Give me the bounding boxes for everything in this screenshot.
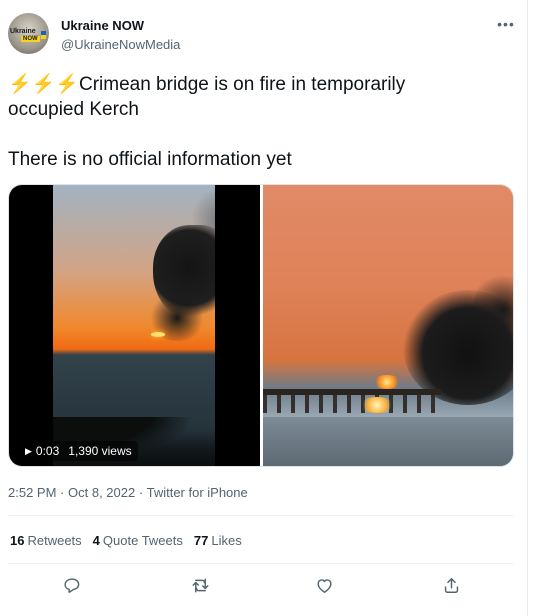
video-player[interactable]: ▶ 0:03 1,390 views [9, 185, 260, 466]
quote-tweets-stat[interactable]: 4 Quote Tweets [93, 533, 183, 548]
author-name[interactable]: Ukraine NOW [61, 18, 144, 33]
action-bar [0, 571, 528, 599]
tweet-source[interactable]: Twitter for iPhone [147, 485, 248, 500]
media-grid: ▶ 0:03 1,390 views [8, 184, 514, 467]
tweet-line-2: occupied Kerch [8, 99, 139, 120]
tweet-date[interactable]: Oct 8, 2022 [68, 485, 135, 500]
retweets-label: Retweets [27, 533, 82, 548]
quotes-label: Quote Tweets [102, 533, 183, 548]
video-views: 1,390 views [68, 444, 132, 458]
video-duration: 0:03 [35, 444, 60, 458]
tweet-card: Ukraine NOW Ukraine NOW @UkraineNowMedia… [0, 0, 528, 616]
lightning-emoji: ⚡⚡⚡ [8, 74, 79, 95]
video-info-badge: ▶ 0:03 1,390 views [19, 441, 138, 461]
likes-count: 77 [193, 533, 209, 548]
more-dots-icon[interactable]: ••• [495, 13, 517, 35]
avatar[interactable]: Ukraine NOW [8, 13, 49, 54]
likes-stat[interactable]: 77 Likes [194, 533, 242, 548]
like-icon[interactable] [310, 571, 338, 599]
tweet-line-3: There is no official information yet [8, 149, 292, 170]
tweet-metadata: 2:52 PM · Oct 8, 2022 · Twitter for iPho… [8, 485, 248, 500]
play-icon: ▶ [25, 446, 32, 456]
divider [8, 515, 514, 516]
likes-label: Likes [211, 533, 242, 548]
tweet-time[interactable]: 2:52 PM [8, 485, 56, 500]
divider [8, 563, 514, 564]
author-handle[interactable]: @UkraineNowMedia [61, 37, 180, 52]
tweet-line-1-text: Crimean bridge is on fire in temporarily [78, 74, 406, 95]
avatar-badge: NOW [21, 36, 40, 42]
share-icon[interactable] [437, 571, 465, 599]
retweet-icon[interactable] [186, 571, 214, 599]
tweet-text: ⚡⚡⚡Crimean bridge is on fire in temporar… [8, 72, 508, 172]
tweet-stats: 16 Retweets 4 Quote Tweets 77 Likes [10, 533, 242, 548]
quotes-count: 4 [92, 533, 100, 548]
photo-bridge-fire[interactable] [263, 185, 513, 466]
video-frame [53, 185, 215, 466]
reply-icon[interactable] [57, 571, 85, 599]
flag-icon [41, 31, 46, 39]
separator: · [138, 485, 144, 500]
avatar-text: Ukraine [10, 28, 36, 35]
retweets-stat[interactable]: 16 Retweets [10, 533, 82, 548]
retweets-count: 16 [10, 533, 25, 548]
separator: · [60, 485, 65, 500]
tweet-line-1: ⚡⚡⚡Crimean bridge is on fire in temporar… [8, 72, 508, 97]
